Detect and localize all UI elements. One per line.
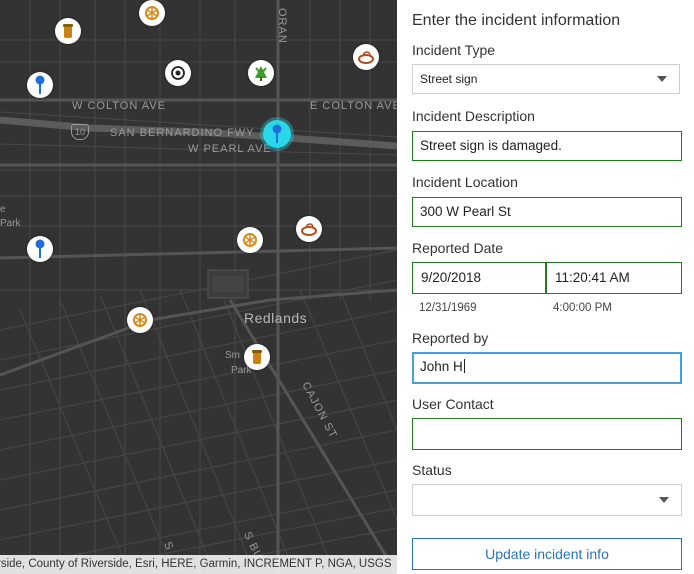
manhole-marker-3[interactable] (127, 307, 153, 333)
incident-type-select[interactable]: Street sign (412, 64, 680, 94)
tree-icon (255, 66, 267, 81)
pothole-icon (301, 223, 317, 236)
street-network (0, 0, 397, 574)
text-cursor (463, 359, 465, 373)
incident-location-field[interactable]: 300 W Pearl St (412, 197, 682, 227)
pin-marker-1[interactable] (27, 72, 53, 98)
incident-description-field[interactable]: Street sign is damaged. (412, 131, 682, 161)
pothole-marker[interactable] (353, 44, 379, 70)
park-label-fragment: e (0, 204, 6, 215)
manhole-marker[interactable] (139, 0, 165, 26)
tree-marker[interactable] (248, 60, 274, 86)
map-pin-icon (35, 239, 45, 258)
manhole-marker-2[interactable] (237, 227, 263, 253)
incident-location-label: Incident Location (412, 174, 518, 190)
manhole-icon (133, 313, 147, 327)
target-marker[interactable] (165, 60, 191, 86)
user-contact-label: User Contact (412, 396, 494, 412)
update-incident-button[interactable]: Update incident info (412, 538, 682, 570)
incident-description-label: Incident Description (412, 108, 535, 124)
attribution-text: rside, County of Riverside, Esri, HERE, … (0, 558, 392, 570)
reported-date-field[interactable]: 9/20/2018 (412, 262, 546, 294)
manhole-icon (145, 6, 159, 20)
street-label-e-colton: E COLTON AVE (310, 100, 397, 112)
incident-type-value: Street sign (420, 72, 478, 86)
form-title: Enter the incident information (412, 12, 621, 29)
trash-bin-marker-2[interactable] (244, 344, 270, 370)
reported-by-value: John H (420, 359, 463, 374)
reported-date-label: Reported Date (412, 240, 504, 256)
reported-time-field[interactable]: 11:20:41 AM (546, 262, 682, 294)
map-pin-icon (35, 75, 45, 94)
status-select[interactable] (412, 484, 682, 516)
map-view[interactable]: W COLTON AVE E COLTON AVE SAN BERNARDINO… (0, 0, 397, 574)
status-label: Status (412, 462, 452, 478)
street-label-w-colton: W COLTON AVE (72, 100, 166, 112)
interstate-shield-icon: 10 (71, 124, 89, 140)
freeway-label: SAN BERNARDINO FWY (110, 127, 255, 139)
trash-bin-icon (252, 350, 262, 364)
trash-bin-icon (63, 24, 73, 38)
selected-incident-marker[interactable] (263, 120, 291, 148)
pin-marker-2[interactable] (27, 236, 53, 262)
manhole-icon (243, 233, 257, 247)
target-icon (171, 66, 185, 80)
city-label-redlands: Redlands (244, 310, 308, 326)
park-label-left: Park (0, 218, 21, 229)
chevron-down-icon (659, 497, 669, 503)
park-label-smiley: Sm (225, 350, 240, 361)
reported-by-field[interactable]: John H (412, 352, 682, 384)
pothole-icon (358, 51, 374, 64)
user-contact-field[interactable] (412, 418, 682, 450)
pothole-marker-2[interactable] (296, 216, 322, 242)
reported-by-label: Reported by (412, 330, 489, 346)
map-pin-icon (272, 124, 282, 143)
street-label-w-pearl: W PEARL AVE (188, 143, 272, 155)
date-hint: 12/31/1969 (419, 302, 477, 314)
map-attribution: rside, County of Riverside, Esri, HERE, … (0, 555, 397, 574)
trash-bin-marker[interactable] (55, 18, 81, 44)
incident-form-panel: Enter the incident information Incident … (397, 0, 694, 574)
street-label-orange: ORAN (276, 8, 288, 44)
time-hint: 4:00:00 PM (553, 302, 612, 314)
chevron-down-icon (657, 76, 667, 82)
incident-type-label: Incident Type (412, 42, 496, 58)
